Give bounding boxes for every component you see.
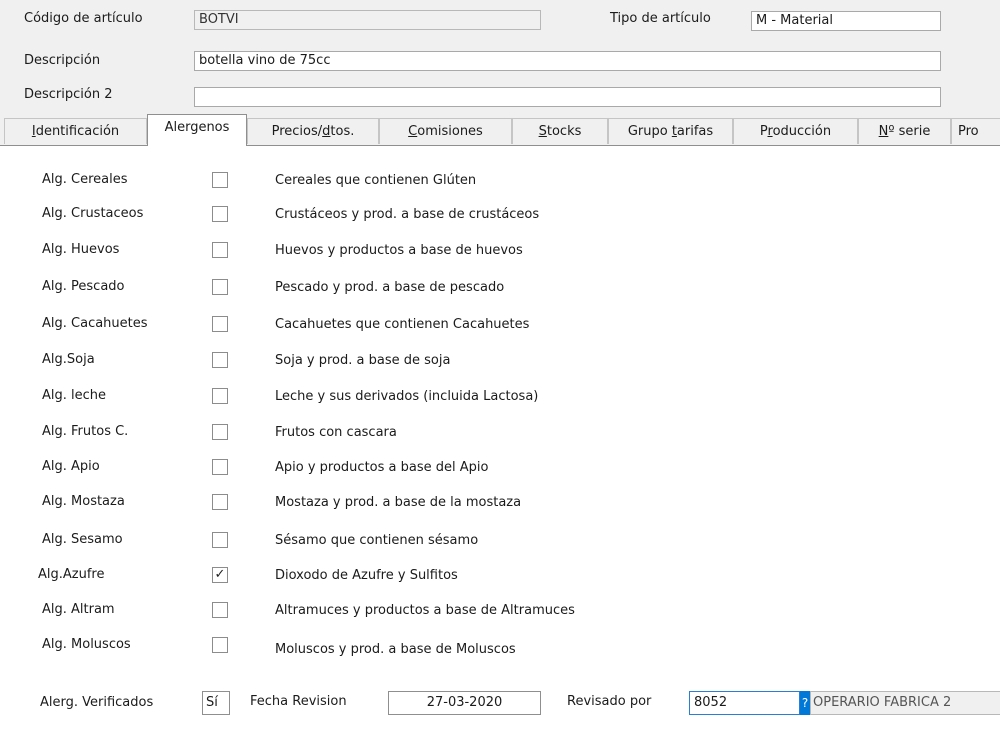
allergen-name: Alg. Altram [42,602,115,617]
lookup-help-icon[interactable]: ? [800,691,810,715]
tab-bar: Identificación Alergenos Precios/dtos. C… [0,114,1000,146]
allergen-row: Alg. Pescado Pescado y prod. a base de p… [0,277,1000,299]
allergen-checkbox[interactable] [212,459,228,475]
revisado-por-name-field: OPERARIO FABRICA 2 [810,691,1000,715]
allergen-row: Alg.Soja Soja y prod. a base de soja [0,350,1000,372]
verificados-field[interactable]: Sí [202,691,230,715]
allergen-checkbox[interactable] [212,602,228,618]
allergen-description: Pescado y prod. a base de pescado [275,280,505,295]
allergen-name: Alg. Apio [42,459,100,474]
allergen-description: Frutos con cascara [275,425,397,440]
tab-produccion[interactable]: Producción [733,118,858,144]
allergen-description: Altramuces y productos a base de Altramu… [275,603,575,618]
allergen-checkbox[interactable] [212,494,228,510]
allergen-name: Alg. Crustaceos [42,206,144,221]
allergen-row: Alg. Frutos C. Frutos con cascara [0,422,1000,444]
tab-identificacion[interactable]: Identificación [4,118,147,144]
allergen-description: Moluscos y prod. a base de Moluscos [275,642,516,657]
allergen-row: Alg. Moluscos Moluscos y prod. a base de… [0,635,1000,657]
tab-stocks[interactable]: Stocks [512,118,608,144]
allergen-description: Sésamo que contienen sésamo [275,533,479,548]
allergen-name: Alg. Mostaza [42,494,125,509]
allergen-checkbox[interactable]: ✓ [212,567,228,583]
tab-pro-truncated[interactable]: Pro [951,118,1000,144]
allergen-name: Alg. Moluscos [42,637,131,652]
allergen-description: Cacahuetes que contienen Cacahuetes [275,317,530,332]
fecha-revision-field[interactable]: 27-03-2020 [388,691,541,715]
tab-comisiones[interactable]: Comisiones [379,118,512,144]
allergen-row: Alg. Sesamo Sésamo que contienen sésamo [0,530,1000,552]
descripcion-label: Descripción [24,53,101,68]
descripcion-field[interactable]: botella vino de 75cc [194,51,941,71]
allergen-name: Alg. Huevos [42,242,120,257]
tab-n-serie[interactable]: Nº serie [858,118,951,144]
revisado-por-label: Revisado por [567,694,652,709]
allergen-row: Alg. Apio Apio y productos a base del Ap… [0,457,1000,479]
tipo-label: Tipo de artículo [610,11,711,26]
allergen-description: Crustáceos y prod. a base de crustáceos [275,207,540,222]
allergen-checkbox[interactable] [212,352,228,368]
verificados-label: Alerg. Verificados [40,695,154,710]
codigo-label: Código de artículo [24,11,143,26]
fecha-revision-label: Fecha Revision [250,694,347,709]
allergen-name: Alg. leche [42,388,107,403]
allergen-row: Alg.Azufre ✓ Dioxodo de Azufre y Sulfito… [0,565,1000,587]
allergen-checkbox[interactable] [212,316,228,332]
allergen-description: Soja y prod. a base de soja [275,353,451,368]
allergen-name: Alg. Cacahuetes [42,316,148,331]
allergen-row: Alg. Altram Altramuces y productos a bas… [0,600,1000,622]
allergen-checkbox[interactable] [212,206,228,222]
allergen-checkbox[interactable] [212,242,228,258]
descripcion2-field[interactable] [194,87,941,107]
allergen-checkbox[interactable] [212,532,228,548]
allergen-checkbox[interactable] [212,637,228,653]
allergen-name: Alg.Azufre [38,567,105,582]
allergen-description: Apio y productos a base del Apio [275,460,489,475]
allergen-description: Cereales que contienen Glúten [275,173,477,188]
revisado-por-code-field[interactable]: 8052 [689,691,800,715]
tab-grupo-tarifas[interactable]: Grupo tarifas [608,118,733,144]
allergen-name: Alg.Soja [42,352,95,367]
allergen-description: Dioxodo de Azufre y Sulfitos [275,568,458,583]
tipo-field[interactable]: M - Material [751,11,941,31]
allergen-checkbox[interactable] [212,388,228,404]
allergen-description: Huevos y productos a base de huevos [275,243,523,258]
allergen-name: Alg. Sesamo [42,532,123,547]
allergen-row: Alg. leche Leche y sus derivados (inclui… [0,386,1000,408]
alergenos-panel: Alg. Cereales Cereales que contienen Glú… [0,145,1000,743]
allergen-checkbox[interactable] [212,172,228,188]
tab-precios[interactable]: Precios/dtos. [247,118,379,144]
allergen-row: Alg. Cacahuetes Cacahuetes que contienen… [0,314,1000,336]
allergen-name: Alg. Cereales [42,172,128,187]
codigo-field[interactable]: BOTVI [194,10,541,30]
allergen-row: Alg. Cereales Cereales que contienen Glú… [0,170,1000,192]
allergen-row: Alg. Crustaceos Crustáceos y prod. a bas… [0,204,1000,226]
allergen-name: Alg. Pescado [42,279,125,294]
allergen-description: Leche y sus derivados (incluida Lactosa) [275,389,539,404]
allergen-checkbox[interactable] [212,279,228,295]
allergen-checkbox[interactable] [212,424,228,440]
allergen-name: Alg. Frutos C. [42,424,129,439]
allergen-row: Alg. Huevos Huevos y productos a base de… [0,240,1000,262]
allergen-description: Mostaza y prod. a base de la mostaza [275,495,522,510]
allergen-row: Alg. Mostaza Mostaza y prod. a base de l… [0,492,1000,514]
descripcion2-label: Descripción 2 [24,87,113,102]
tab-alergenos[interactable]: Alergenos [147,114,247,146]
